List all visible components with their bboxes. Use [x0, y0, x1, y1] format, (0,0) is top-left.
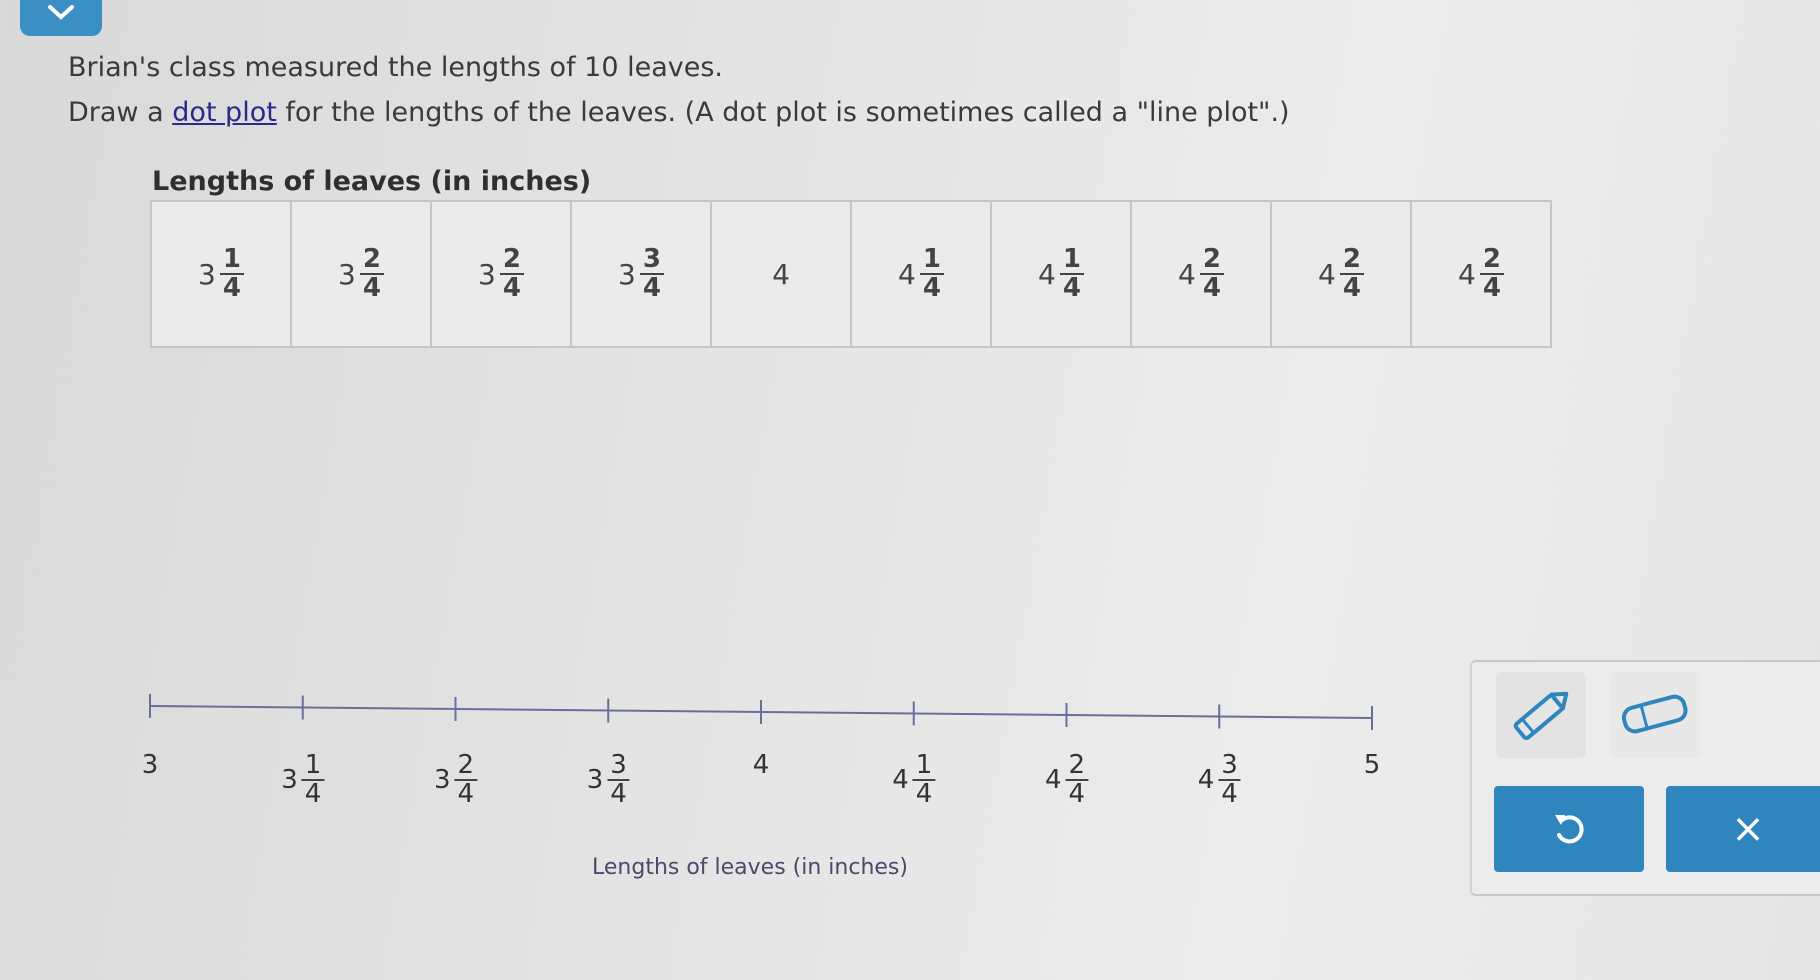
- pencil-tool-button[interactable]: [1496, 672, 1586, 758]
- whole-part: 4: [1044, 765, 1062, 796]
- fraction: 14: [301, 750, 325, 810]
- mixed-number: 424: [1458, 243, 1504, 303]
- denominator: 4: [915, 779, 933, 810]
- whole-part: 3: [586, 765, 604, 796]
- denominator: 4: [1482, 273, 1501, 303]
- tick-label: 324: [433, 750, 478, 810]
- tick-label: 5: [1364, 750, 1381, 780]
- denominator: 4: [457, 779, 475, 810]
- mixed-number: 414: [892, 750, 936, 810]
- tick-label: 434: [1197, 750, 1241, 810]
- whole-part: 4: [1458, 257, 1476, 291]
- numerator: 2: [1482, 243, 1501, 274]
- whole-part: 3: [433, 765, 451, 796]
- numerator: 1: [915, 750, 933, 780]
- whole-part: 4: [892, 765, 909, 796]
- clear-button[interactable]: ×: [1666, 786, 1820, 872]
- numerator: 3: [1221, 750, 1238, 780]
- fraction: 24: [1065, 750, 1089, 810]
- mixed-number: 5: [1364, 750, 1381, 780]
- mixed-number: 434: [1197, 750, 1241, 810]
- tick-label: 414: [892, 750, 936, 810]
- whole-part: 3: [281, 765, 298, 796]
- close-icon: ×: [1731, 806, 1765, 852]
- whole-part: 5: [1363, 750, 1381, 780]
- denominator: 4: [610, 779, 627, 810]
- whole-part: 4: [1197, 765, 1215, 796]
- dot-plot-area[interactable]: [0, 0, 1460, 900]
- fraction: 24: [1479, 243, 1504, 303]
- fraction: 14: [912, 750, 936, 810]
- mixed-number: 3: [142, 750, 159, 780]
- mixed-number: 334: [586, 750, 630, 810]
- numerator: 2: [457, 750, 475, 780]
- numerator: 1: [304, 750, 322, 780]
- axis-title: Lengths of leaves (in inches): [592, 855, 908, 880]
- mixed-number: 424: [1044, 750, 1089, 810]
- fraction: 34: [1218, 750, 1241, 810]
- pencil-icon: [1513, 691, 1569, 741]
- undo-button[interactable]: [1494, 786, 1644, 872]
- denominator: 4: [304, 779, 322, 810]
- undo-icon: [1555, 815, 1584, 844]
- denominator: 4: [1068, 779, 1086, 810]
- tick-label: 424: [1044, 750, 1089, 810]
- mixed-number: 4: [753, 750, 770, 780]
- mixed-number: 314: [281, 750, 325, 810]
- tick-label: 314: [281, 750, 325, 810]
- tick-label: 3: [142, 750, 159, 780]
- fraction: 34: [607, 750, 630, 810]
- whole-part: 3: [141, 750, 159, 780]
- denominator: 4: [1221, 779, 1238, 810]
- numerator: 2: [1068, 750, 1086, 780]
- numerator: 3: [610, 750, 627, 780]
- eraser-icon: [1621, 694, 1688, 734]
- eraser-tool-button[interactable]: [1610, 672, 1700, 758]
- tick-label: 334: [586, 750, 630, 810]
- mixed-number: 324: [433, 750, 478, 810]
- fraction: 24: [454, 750, 478, 810]
- tick-label: 4: [753, 750, 770, 780]
- whole-part: 4: [752, 750, 770, 780]
